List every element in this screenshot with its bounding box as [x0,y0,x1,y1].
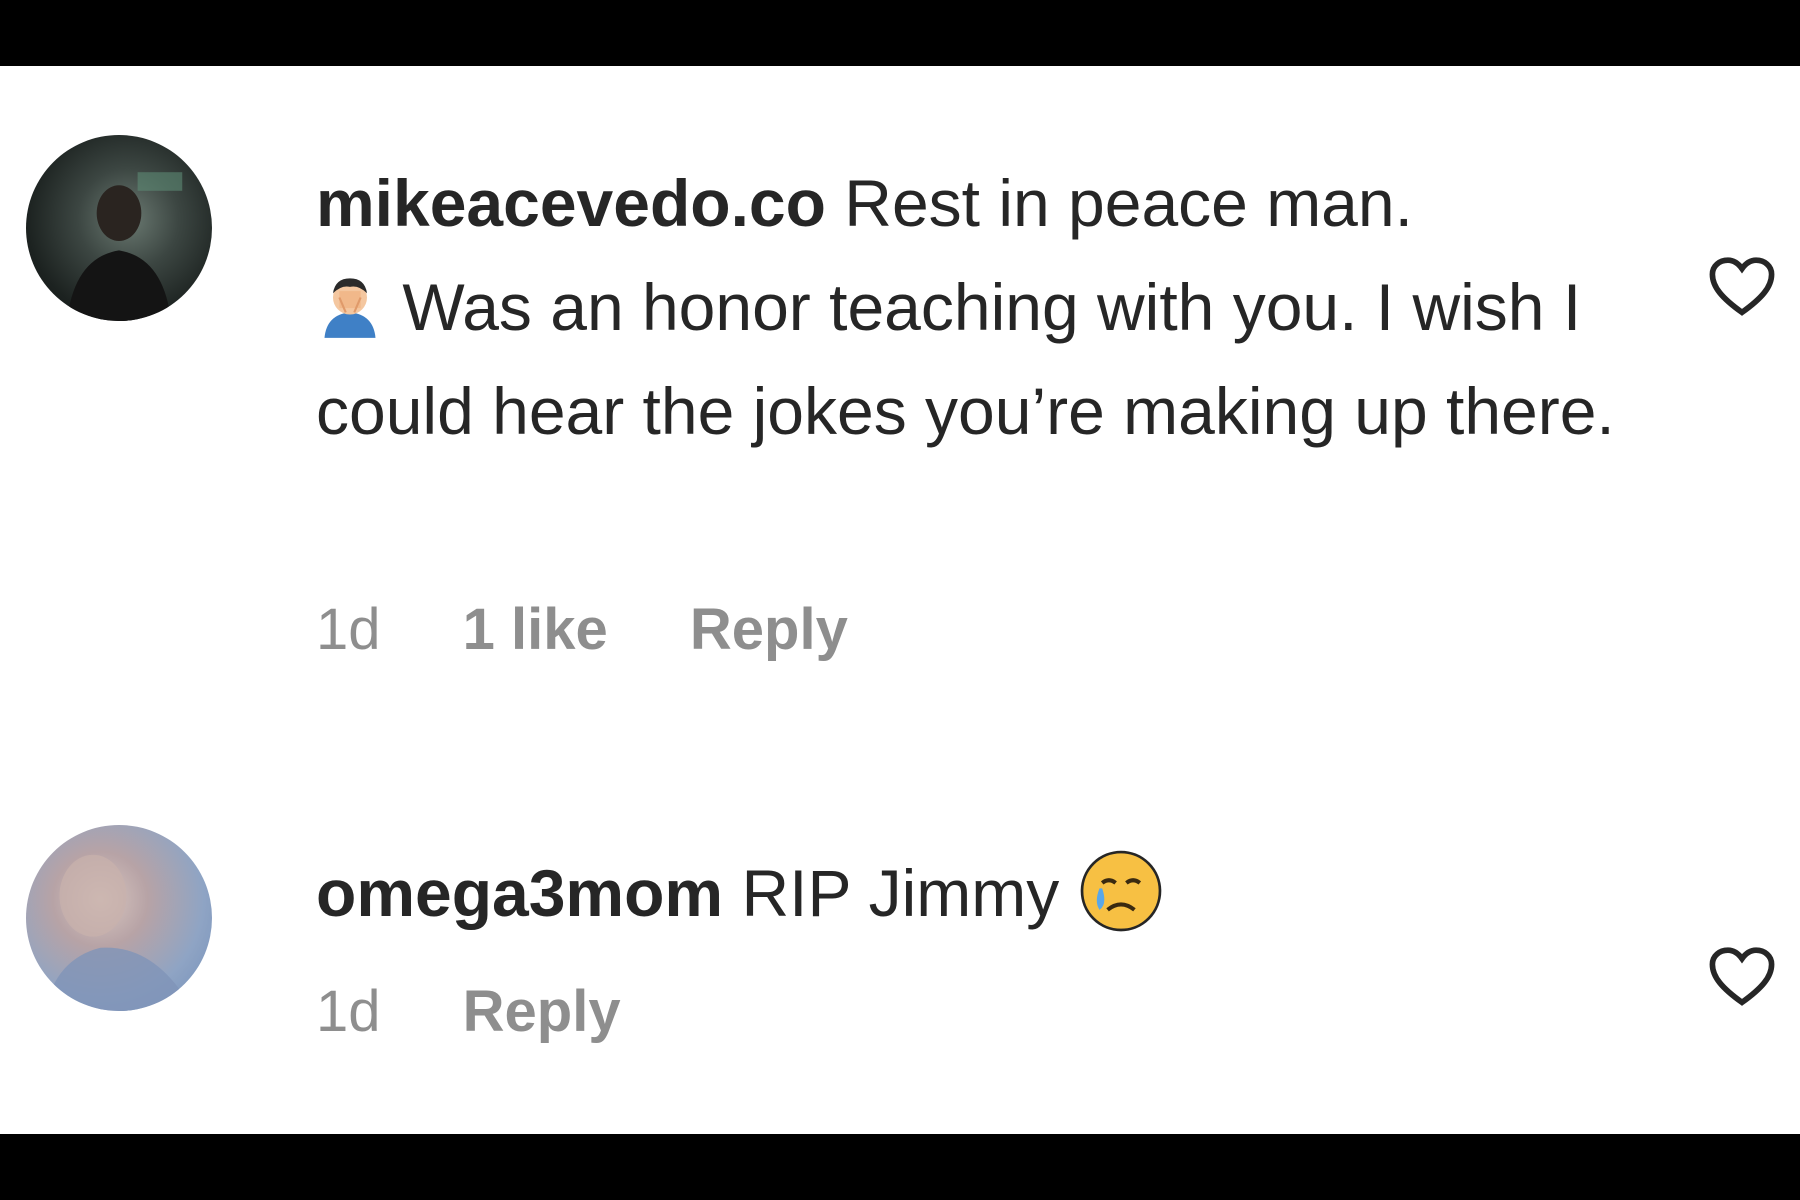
comment-text: Rest in peace man. [844,166,1413,240]
reply-button[interactable]: Reply [690,597,848,662]
comment-likes[interactable]: 1 like [463,597,608,662]
comment-meta: 1d Reply [316,978,687,1045]
comment-body: omega3mom RIP Jimmy [316,841,1646,945]
comment-body: mikeacevedo.co Rest in peace man. Was an… [316,151,1646,463]
comment-meta: 1d 1 like Reply [316,596,914,663]
comment-time[interactable]: 1d [316,979,381,1044]
comment-time[interactable]: 1d [316,597,381,662]
screenshot-frame: mikeacevedo.co Rest in peace man. Was an… [0,0,1800,1200]
comment-username[interactable]: mikeacevedo.co [316,166,826,240]
crying-face-icon [1078,848,1164,934]
reply-button[interactable]: Reply [463,979,621,1044]
comment-username[interactable]: omega3mom [316,856,723,930]
comments-panel: mikeacevedo.co Rest in peace man. Was an… [0,66,1800,1134]
person-facepalming-icon [316,272,384,340]
avatar[interactable] [26,825,212,1011]
comment-text: Was an honor teaching with you. I wish I… [316,270,1615,448]
avatar[interactable] [26,135,212,321]
heart-outline-icon[interactable] [1707,256,1777,318]
comment-text: RIP Jimmy [741,856,1060,930]
heart-outline-icon[interactable] [1707,946,1777,1008]
